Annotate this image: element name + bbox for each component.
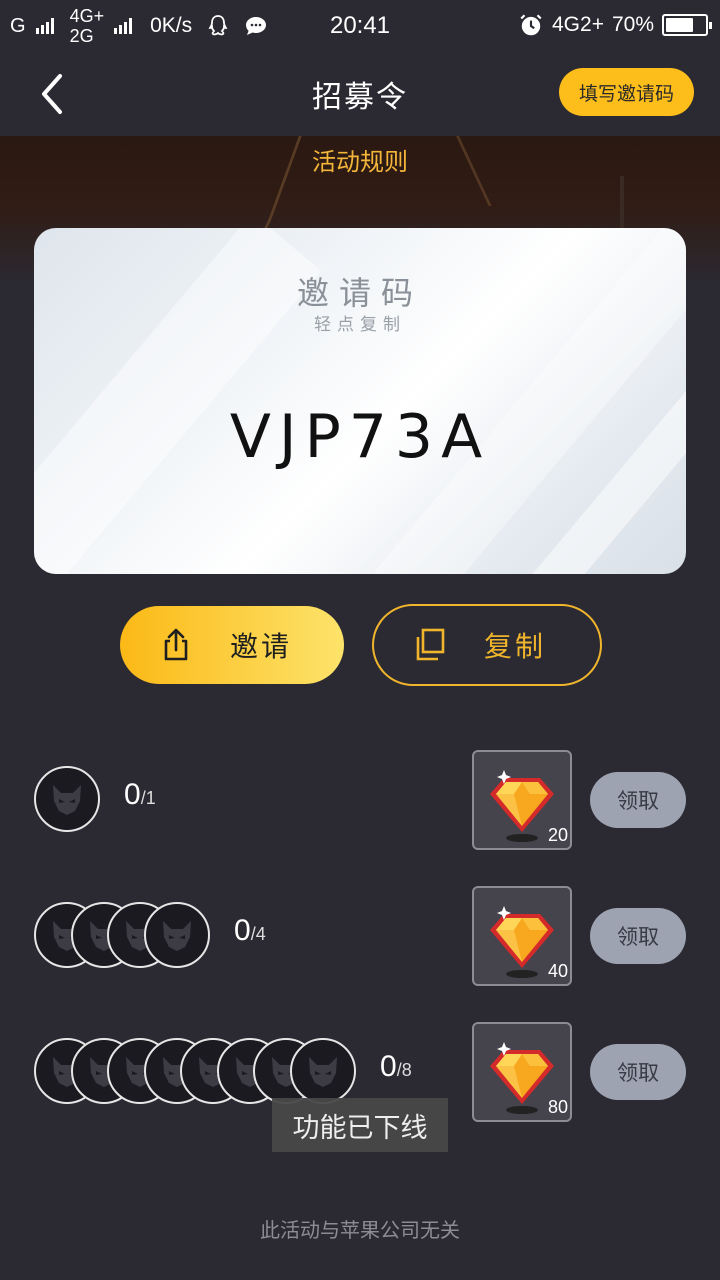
network-type-3: 4G2+ (552, 13, 604, 36)
invite-button-label: 邀请 (230, 630, 293, 663)
signal-icon (35, 18, 54, 34)
claim-button[interactable]: 领取 (590, 772, 686, 828)
rules-link-row: 活动规则 (0, 142, 720, 177)
card-subtitle: 轻点复制 (314, 315, 406, 335)
gem-reward: 20 (472, 750, 572, 850)
invitee-avatar-placeholder (143, 902, 210, 968)
gem-count: 80 (547, 1097, 568, 1117)
mask-icon (53, 785, 81, 815)
gem-count: 20 (547, 825, 568, 845)
progress-current: 0 (124, 778, 141, 811)
progress-total: /1 (140, 788, 156, 808)
nav-bar: 招募令 填写邀请码 (0, 52, 720, 136)
network-type-2-bottom: 2G (69, 26, 94, 46)
network-type-2-top: 4G+ (69, 6, 105, 26)
invite-progress: 0/4 (234, 914, 266, 948)
message-icon (246, 17, 267, 35)
signal-icon-2 (114, 18, 133, 34)
progress-total: /4 (250, 924, 266, 944)
copy-icon (416, 628, 445, 661)
progress-current: 0 (380, 1050, 397, 1083)
invite-progress: 0/8 (380, 1050, 412, 1084)
network-type-1: G (10, 14, 26, 37)
claim-button[interactable]: 领取 (590, 908, 686, 964)
invite-code-card[interactable]: 邀请码 轻点复制 VJP73A (34, 228, 686, 574)
qq-icon (208, 15, 228, 36)
activity-rules-link[interactable]: 活动规则 (312, 148, 408, 176)
copy-button-label: 复制 (484, 630, 547, 663)
reward-row: 0/4 40 领取 (0, 886, 720, 986)
status-bar: G 4G+ 2G 0K/s 20:41 4G2+ 70% (0, 0, 720, 52)
reward-row: 0/1 20 领取 (0, 750, 720, 850)
share-icon (164, 628, 188, 661)
mask-icon (162, 921, 191, 951)
network-type-2: 4G+ 2G (70, 6, 105, 46)
invite-button[interactable]: 邀请 (120, 606, 344, 684)
invite-progress: 0/1 (124, 778, 156, 812)
battery-icon (662, 14, 712, 36)
card-title: 邀请码 (296, 274, 423, 312)
back-button[interactable] (28, 70, 80, 118)
progress-total: /8 (396, 1060, 412, 1080)
gem-reward: 80 (472, 1022, 572, 1122)
disclaimer-text: 此活动与苹果公司无关 (260, 1218, 460, 1242)
enter-invite-code-button[interactable]: 填写邀请码 (558, 68, 694, 116)
gem-reward: 40 (472, 886, 572, 986)
battery-percent: 70% (611, 13, 654, 36)
mask-icon (308, 1057, 337, 1087)
invitee-avatar-placeholder (289, 1038, 356, 1104)
chevron-left-icon (42, 74, 62, 114)
invite-code-value[interactable]: VJP73A (34, 402, 686, 472)
progress-current: 0 (234, 914, 251, 947)
gem-count: 40 (547, 961, 568, 981)
toast-message: 功能已下线 (272, 1098, 448, 1152)
network-speed: 0K/s (150, 14, 193, 37)
copy-button[interactable]: 复制 (372, 604, 602, 686)
claim-button[interactable]: 领取 (590, 1044, 686, 1100)
invitee-avatar-placeholder (34, 766, 100, 832)
alarm-icon (520, 14, 542, 36)
